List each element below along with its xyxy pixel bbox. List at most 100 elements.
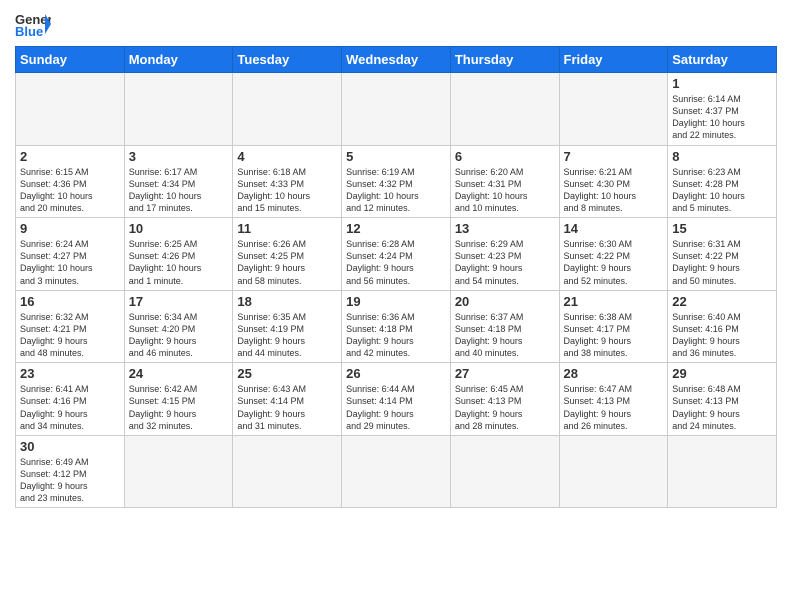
day-number: 14 <box>564 221 664 236</box>
day-number: 18 <box>237 294 337 309</box>
day-info: Sunrise: 6:38 AM Sunset: 4:17 PM Dayligh… <box>564 311 664 360</box>
day-info: Sunrise: 6:32 AM Sunset: 4:21 PM Dayligh… <box>20 311 120 360</box>
calendar-header-wednesday: Wednesday <box>342 47 451 73</box>
calendar-cell-w1-d6: 8 Sunrise: 6:23 AM Sunset: 4:28 PM Daylig… <box>668 145 777 218</box>
day-info: Sunrise: 6:47 AM Sunset: 4:13 PM Dayligh… <box>564 383 664 432</box>
day-info: Sunrise: 6:30 AM Sunset: 4:22 PM Dayligh… <box>564 238 664 287</box>
calendar-cell-w3-d1: 17 Sunrise: 6:34 AM Sunset: 4:20 PM Dayli… <box>124 290 233 363</box>
calendar-cell-w3-d0: 16 Sunrise: 6:32 AM Sunset: 4:21 PM Dayli… <box>16 290 125 363</box>
calendar-cell-w4-d6: 29 Sunrise: 6:48 AM Sunset: 4:13 PM Dayli… <box>668 363 777 436</box>
day-number: 2 <box>20 149 120 164</box>
page: General Blue SundayMondayTuesdayWednesda… <box>0 0 792 612</box>
calendar-week-1: 2Sunrise: 6:15 AM Sunset: 4:36 PM Daylig… <box>16 145 777 218</box>
calendar-cell-w0-d2 <box>233 73 342 146</box>
calendar-cell-w2-d3: 12Sunrise: 6:28 AM Sunset: 4:24 PM Dayli… <box>342 218 451 291</box>
calendar-week-0: 1Sunrise: 6:14 AM Sunset: 4:37 PM Daylig… <box>16 73 777 146</box>
calendar-cell-w1-d3: 5Sunrise: 6:19 AM Sunset: 4:32 PM Daylig… <box>342 145 451 218</box>
day-number: 29 <box>672 366 772 381</box>
calendar-cell-w2-d4: 13 Sunrise: 6:29 AM Sunset: 4:23 PM Dayli… <box>450 218 559 291</box>
day-number: 23 <box>20 366 120 381</box>
day-info: Sunrise: 6:49 AM Sunset: 4:12 PM Dayligh… <box>20 456 120 505</box>
day-info: Sunrise: 6:21 AM Sunset: 4:30 PM Dayligh… <box>564 166 664 215</box>
day-info: Sunrise: 6:34 AM Sunset: 4:20 PM Dayligh… <box>129 311 229 360</box>
calendar-cell-w4-d4: 27 Sunrise: 6:45 AM Sunset: 4:13 PM Dayli… <box>450 363 559 436</box>
day-info: Sunrise: 6:36 AM Sunset: 4:18 PM Dayligh… <box>346 311 446 360</box>
calendar: SundayMondayTuesdayWednesdayThursdayFrid… <box>15 46 777 508</box>
calendar-week-4: 23 Sunrise: 6:41 AM Sunset: 4:16 PM Dayli… <box>16 363 777 436</box>
calendar-cell-w1-d5: 7 Sunrise: 6:21 AM Sunset: 4:30 PM Daylig… <box>559 145 668 218</box>
calendar-cell-w0-d5 <box>559 73 668 146</box>
day-info: Sunrise: 6:44 AM Sunset: 4:14 PM Dayligh… <box>346 383 446 432</box>
calendar-cell-w5-d3 <box>342 435 451 508</box>
calendar-cell-w2-d6: 15Sunrise: 6:31 AM Sunset: 4:22 PM Dayli… <box>668 218 777 291</box>
calendar-cell-w3-d5: 21 Sunrise: 6:38 AM Sunset: 4:17 PM Dayli… <box>559 290 668 363</box>
day-info: Sunrise: 6:45 AM Sunset: 4:13 PM Dayligh… <box>455 383 555 432</box>
day-number: 28 <box>564 366 664 381</box>
calendar-header-tuesday: Tuesday <box>233 47 342 73</box>
day-info: Sunrise: 6:37 AM Sunset: 4:18 PM Dayligh… <box>455 311 555 360</box>
day-number: 21 <box>564 294 664 309</box>
calendar-header-row: SundayMondayTuesdayWednesdayThursdayFrid… <box>16 47 777 73</box>
day-number: 19 <box>346 294 446 309</box>
day-info: Sunrise: 6:28 AM Sunset: 4:24 PM Dayligh… <box>346 238 446 287</box>
logo: General Blue <box>15 10 51 38</box>
calendar-cell-w5-d0: 30 Sunrise: 6:49 AM Sunset: 4:12 PM Dayli… <box>16 435 125 508</box>
day-number: 1 <box>672 76 772 91</box>
calendar-cell-w3-d3: 19 Sunrise: 6:36 AM Sunset: 4:18 PM Dayli… <box>342 290 451 363</box>
calendar-header-friday: Friday <box>559 47 668 73</box>
day-info: Sunrise: 6:24 AM Sunset: 4:27 PM Dayligh… <box>20 238 120 287</box>
day-number: 25 <box>237 366 337 381</box>
calendar-cell-w2-d5: 14 Sunrise: 6:30 AM Sunset: 4:22 PM Dayli… <box>559 218 668 291</box>
calendar-cell-w4-d0: 23 Sunrise: 6:41 AM Sunset: 4:16 PM Dayli… <box>16 363 125 436</box>
calendar-cell-w0-d0 <box>16 73 125 146</box>
calendar-cell-w1-d2: 4 Sunrise: 6:18 AM Sunset: 4:33 PM Daylig… <box>233 145 342 218</box>
calendar-cell-w0-d6: 1Sunrise: 6:14 AM Sunset: 4:37 PM Daylig… <box>668 73 777 146</box>
calendar-cell-w4-d2: 25Sunrise: 6:43 AM Sunset: 4:14 PM Dayli… <box>233 363 342 436</box>
calendar-cell-w5-d2 <box>233 435 342 508</box>
day-number: 22 <box>672 294 772 309</box>
calendar-cell-w1-d1: 3 Sunrise: 6:17 AM Sunset: 4:34 PM Daylig… <box>124 145 233 218</box>
day-number: 26 <box>346 366 446 381</box>
day-info: Sunrise: 6:48 AM Sunset: 4:13 PM Dayligh… <box>672 383 772 432</box>
calendar-cell-w0-d4 <box>450 73 559 146</box>
day-number: 9 <box>20 221 120 236</box>
day-info: Sunrise: 6:23 AM Sunset: 4:28 PM Dayligh… <box>672 166 772 215</box>
day-number: 13 <box>455 221 555 236</box>
day-info: Sunrise: 6:25 AM Sunset: 4:26 PM Dayligh… <box>129 238 229 287</box>
calendar-header-saturday: Saturday <box>668 47 777 73</box>
day-number: 7 <box>564 149 664 164</box>
calendar-cell-w2-d1: 10 Sunrise: 6:25 AM Sunset: 4:26 PM Dayli… <box>124 218 233 291</box>
day-number: 17 <box>129 294 229 309</box>
day-number: 20 <box>455 294 555 309</box>
day-number: 4 <box>237 149 337 164</box>
calendar-header-monday: Monday <box>124 47 233 73</box>
calendar-header-sunday: Sunday <box>16 47 125 73</box>
day-info: Sunrise: 6:40 AM Sunset: 4:16 PM Dayligh… <box>672 311 772 360</box>
calendar-cell-w0-d1 <box>124 73 233 146</box>
day-number: 10 <box>129 221 229 236</box>
calendar-cell-w5-d4 <box>450 435 559 508</box>
calendar-cell-w4-d3: 26 Sunrise: 6:44 AM Sunset: 4:14 PM Dayli… <box>342 363 451 436</box>
day-number: 3 <box>129 149 229 164</box>
calendar-cell-w1-d0: 2Sunrise: 6:15 AM Sunset: 4:36 PM Daylig… <box>16 145 125 218</box>
day-number: 30 <box>20 439 120 454</box>
day-info: Sunrise: 6:29 AM Sunset: 4:23 PM Dayligh… <box>455 238 555 287</box>
day-number: 6 <box>455 149 555 164</box>
calendar-cell-w5-d6 <box>668 435 777 508</box>
day-info: Sunrise: 6:17 AM Sunset: 4:34 PM Dayligh… <box>129 166 229 215</box>
day-info: Sunrise: 6:26 AM Sunset: 4:25 PM Dayligh… <box>237 238 337 287</box>
calendar-cell-w3-d2: 18Sunrise: 6:35 AM Sunset: 4:19 PM Dayli… <box>233 290 342 363</box>
calendar-cell-w3-d6: 22 Sunrise: 6:40 AM Sunset: 4:16 PM Dayli… <box>668 290 777 363</box>
calendar-cell-w0-d3 <box>342 73 451 146</box>
day-info: Sunrise: 6:18 AM Sunset: 4:33 PM Dayligh… <box>237 166 337 215</box>
calendar-cell-w2-d0: 9 Sunrise: 6:24 AM Sunset: 4:27 PM Daylig… <box>16 218 125 291</box>
day-number: 27 <box>455 366 555 381</box>
calendar-week-3: 16 Sunrise: 6:32 AM Sunset: 4:21 PM Dayli… <box>16 290 777 363</box>
calendar-cell-w2-d2: 11Sunrise: 6:26 AM Sunset: 4:25 PM Dayli… <box>233 218 342 291</box>
calendar-cell-w5-d5 <box>559 435 668 508</box>
header: General Blue <box>15 10 777 38</box>
day-info: Sunrise: 6:41 AM Sunset: 4:16 PM Dayligh… <box>20 383 120 432</box>
day-number: 8 <box>672 149 772 164</box>
calendar-cell-w5-d1 <box>124 435 233 508</box>
day-number: 16 <box>20 294 120 309</box>
